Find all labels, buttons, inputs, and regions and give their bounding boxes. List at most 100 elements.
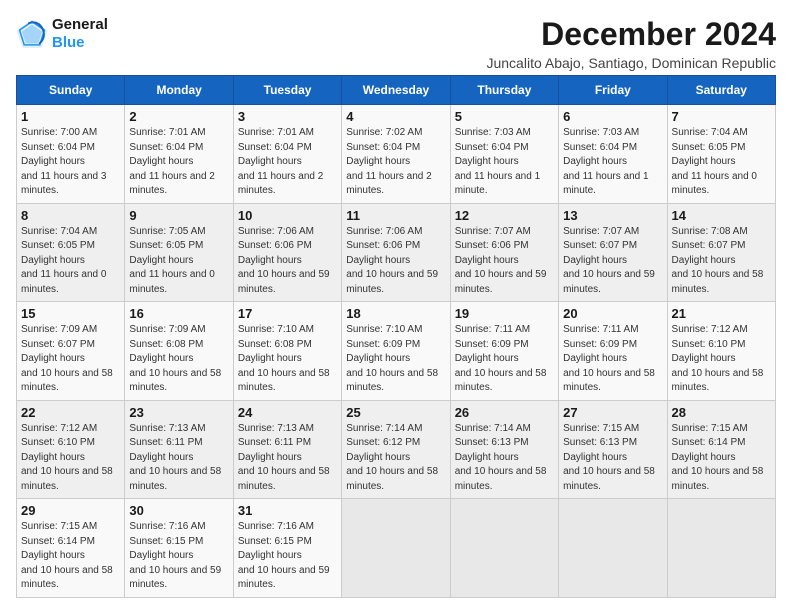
calendar-cell: 13 Sunrise: 7:07 AMSunset: 6:07 PMDaylig… [559, 203, 667, 302]
day-info: Sunrise: 7:03 AMSunset: 6:04 PMDaylight … [563, 126, 662, 199]
day-info: Sunrise: 7:14 AMSunset: 6:12 PMDaylight … [346, 422, 445, 495]
calendar-cell: 18 Sunrise: 7:10 AMSunset: 6:09 PMDaylig… [342, 302, 450, 401]
calendar-cell [450, 499, 558, 598]
calendar-cell: 24 Sunrise: 7:13 AMSunset: 6:11 PMDaylig… [233, 400, 341, 499]
page-header: GeneralBlue December 2024 Juncalito Abaj… [16, 16, 776, 71]
day-info: Sunrise: 7:15 AMSunset: 6:14 PMDaylight … [672, 422, 771, 495]
weekday-header-monday: Monday [125, 76, 233, 105]
calendar-cell: 3 Sunrise: 7:01 AMSunset: 6:04 PMDayligh… [233, 105, 341, 204]
day-number: 15 [21, 306, 120, 321]
calendar-cell: 9 Sunrise: 7:05 AMSunset: 6:05 PMDayligh… [125, 203, 233, 302]
weekday-header-saturday: Saturday [667, 76, 775, 105]
day-number: 2 [129, 109, 228, 124]
day-number: 14 [672, 208, 771, 223]
day-info: Sunrise: 7:10 AMSunset: 6:08 PMDaylight … [238, 323, 337, 396]
day-info: Sunrise: 7:09 AMSunset: 6:07 PMDaylight … [21, 323, 120, 396]
day-number: 22 [21, 405, 120, 420]
day-info: Sunrise: 7:12 AMSunset: 6:10 PMDaylight … [672, 323, 771, 396]
day-number: 12 [455, 208, 554, 223]
calendar-cell: 16 Sunrise: 7:09 AMSunset: 6:08 PMDaylig… [125, 302, 233, 401]
logo: GeneralBlue [16, 16, 108, 52]
day-number: 29 [21, 503, 120, 518]
day-info: Sunrise: 7:03 AMSunset: 6:04 PMDaylight … [455, 126, 554, 199]
day-info: Sunrise: 7:09 AMSunset: 6:08 PMDaylight … [129, 323, 228, 396]
day-info: Sunrise: 7:08 AMSunset: 6:07 PMDaylight … [672, 225, 771, 298]
calendar-cell [342, 499, 450, 598]
day-number: 30 [129, 503, 228, 518]
calendar-week-3: 15 Sunrise: 7:09 AMSunset: 6:07 PMDaylig… [17, 302, 776, 401]
day-info: Sunrise: 7:14 AMSunset: 6:13 PMDaylight … [455, 422, 554, 495]
day-number: 6 [563, 109, 662, 124]
day-number: 5 [455, 109, 554, 124]
day-number: 18 [346, 306, 445, 321]
calendar-cell: 6 Sunrise: 7:03 AMSunset: 6:04 PMDayligh… [559, 105, 667, 204]
calendar-cell: 1 Sunrise: 7:00 AMSunset: 6:04 PMDayligh… [17, 105, 125, 204]
day-info: Sunrise: 7:04 AMSunset: 6:05 PMDaylight … [672, 126, 771, 199]
day-number: 24 [238, 405, 337, 420]
weekday-header-tuesday: Tuesday [233, 76, 341, 105]
day-number: 28 [672, 405, 771, 420]
logo-icon [16, 20, 48, 48]
weekday-row: SundayMondayTuesdayWednesdayThursdayFrid… [17, 76, 776, 105]
day-info: Sunrise: 7:11 AMSunset: 6:09 PMDaylight … [455, 323, 554, 396]
day-info: Sunrise: 7:02 AMSunset: 6:04 PMDaylight … [346, 126, 445, 199]
calendar-cell [667, 499, 775, 598]
weekday-header-sunday: Sunday [17, 76, 125, 105]
calendar-week-5: 29 Sunrise: 7:15 AMSunset: 6:14 PMDaylig… [17, 499, 776, 598]
day-number: 10 [238, 208, 337, 223]
title-block: December 2024 Juncalito Abajo, Santiago,… [486, 16, 776, 71]
day-number: 3 [238, 109, 337, 124]
calendar-cell: 15 Sunrise: 7:09 AMSunset: 6:07 PMDaylig… [17, 302, 125, 401]
day-number: 25 [346, 405, 445, 420]
day-number: 4 [346, 109, 445, 124]
weekday-header-wednesday: Wednesday [342, 76, 450, 105]
day-info: Sunrise: 7:06 AMSunset: 6:06 PMDaylight … [346, 225, 445, 298]
calendar-cell: 31 Sunrise: 7:16 AMSunset: 6:15 PMDaylig… [233, 499, 341, 598]
day-info: Sunrise: 7:15 AMSunset: 6:13 PMDaylight … [563, 422, 662, 495]
day-number: 17 [238, 306, 337, 321]
calendar-cell: 25 Sunrise: 7:14 AMSunset: 6:12 PMDaylig… [342, 400, 450, 499]
day-number: 16 [129, 306, 228, 321]
day-number: 9 [129, 208, 228, 223]
day-info: Sunrise: 7:07 AMSunset: 6:06 PMDaylight … [455, 225, 554, 298]
calendar-cell: 14 Sunrise: 7:08 AMSunset: 6:07 PMDaylig… [667, 203, 775, 302]
calendar-cell: 20 Sunrise: 7:11 AMSunset: 6:09 PMDaylig… [559, 302, 667, 401]
day-number: 26 [455, 405, 554, 420]
day-number: 1 [21, 109, 120, 124]
day-info: Sunrise: 7:15 AMSunset: 6:14 PMDaylight … [21, 520, 120, 593]
calendar-cell: 21 Sunrise: 7:12 AMSunset: 6:10 PMDaylig… [667, 302, 775, 401]
day-number: 23 [129, 405, 228, 420]
calendar-week-2: 8 Sunrise: 7:04 AMSunset: 6:05 PMDayligh… [17, 203, 776, 302]
calendar-cell: 30 Sunrise: 7:16 AMSunset: 6:15 PMDaylig… [125, 499, 233, 598]
day-info: Sunrise: 7:06 AMSunset: 6:06 PMDaylight … [238, 225, 337, 298]
calendar-cell: 28 Sunrise: 7:15 AMSunset: 6:14 PMDaylig… [667, 400, 775, 499]
calendar-cell [559, 499, 667, 598]
calendar-cell: 2 Sunrise: 7:01 AMSunset: 6:04 PMDayligh… [125, 105, 233, 204]
calendar-cell: 23 Sunrise: 7:13 AMSunset: 6:11 PMDaylig… [125, 400, 233, 499]
calendar-cell: 8 Sunrise: 7:04 AMSunset: 6:05 PMDayligh… [17, 203, 125, 302]
day-info: Sunrise: 7:16 AMSunset: 6:15 PMDaylight … [129, 520, 228, 593]
calendar-cell: 17 Sunrise: 7:10 AMSunset: 6:08 PMDaylig… [233, 302, 341, 401]
weekday-header-friday: Friday [559, 76, 667, 105]
calendar-week-1: 1 Sunrise: 7:00 AMSunset: 6:04 PMDayligh… [17, 105, 776, 204]
day-info: Sunrise: 7:01 AMSunset: 6:04 PMDaylight … [129, 126, 228, 199]
day-number: 19 [455, 306, 554, 321]
calendar-cell: 7 Sunrise: 7:04 AMSunset: 6:05 PMDayligh… [667, 105, 775, 204]
calendar-cell: 11 Sunrise: 7:06 AMSunset: 6:06 PMDaylig… [342, 203, 450, 302]
calendar-week-4: 22 Sunrise: 7:12 AMSunset: 6:10 PMDaylig… [17, 400, 776, 499]
calendar-cell: 26 Sunrise: 7:14 AMSunset: 6:13 PMDaylig… [450, 400, 558, 499]
weekday-header-thursday: Thursday [450, 76, 558, 105]
day-info: Sunrise: 7:10 AMSunset: 6:09 PMDaylight … [346, 323, 445, 396]
day-info: Sunrise: 7:01 AMSunset: 6:04 PMDaylight … [238, 126, 337, 199]
calendar-cell: 10 Sunrise: 7:06 AMSunset: 6:06 PMDaylig… [233, 203, 341, 302]
calendar-header: SundayMondayTuesdayWednesdayThursdayFrid… [17, 76, 776, 105]
day-info: Sunrise: 7:04 AMSunset: 6:05 PMDaylight … [21, 225, 120, 298]
day-info: Sunrise: 7:07 AMSunset: 6:07 PMDaylight … [563, 225, 662, 298]
month-title: December 2024 [486, 16, 776, 53]
day-number: 21 [672, 306, 771, 321]
day-number: 31 [238, 503, 337, 518]
calendar-table: SundayMondayTuesdayWednesdayThursdayFrid… [16, 75, 776, 598]
day-number: 13 [563, 208, 662, 223]
calendar-cell: 12 Sunrise: 7:07 AMSunset: 6:06 PMDaylig… [450, 203, 558, 302]
day-info: Sunrise: 7:16 AMSunset: 6:15 PMDaylight … [238, 520, 337, 593]
